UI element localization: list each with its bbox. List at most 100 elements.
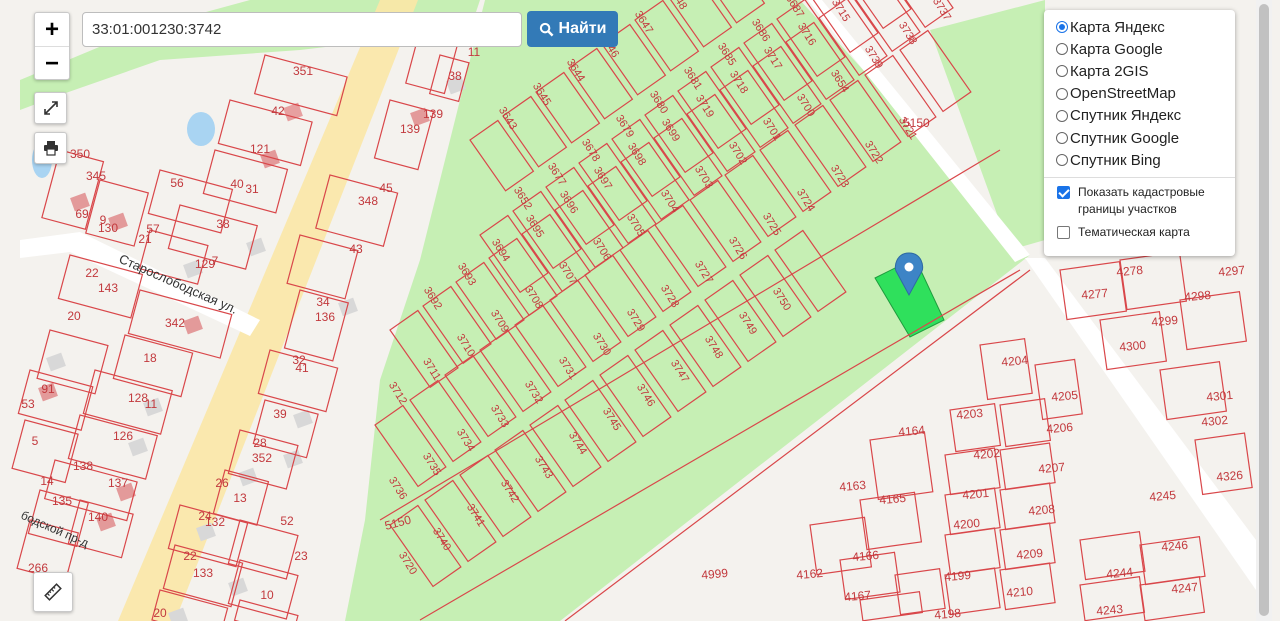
parcel-number: 4200 — [953, 516, 981, 532]
checkbox-icon — [1057, 226, 1070, 240]
parcel-number: 24 — [198, 509, 212, 523]
zoom-control: + − — [34, 12, 70, 80]
layer-option-openstreetmap[interactable]: OpenStreetMap — [1056, 83, 1225, 105]
parcel-number: 4301 — [1206, 388, 1234, 404]
parcel-number: 10 — [260, 588, 274, 602]
parcel-number: 38 — [216, 217, 230, 231]
parcel-number: 69 — [75, 207, 89, 221]
parcel-number: 133 — [193, 566, 213, 580]
parcel-number: 4245 — [1149, 488, 1177, 504]
parcel-number: 137 — [108, 476, 128, 490]
parcel-number: 23 — [294, 549, 308, 563]
radio-icon — [1056, 65, 1068, 78]
parcel-number: 34 — [316, 295, 330, 309]
fullscreen-button[interactable] — [34, 92, 67, 124]
parcel-number: 22 — [183, 549, 197, 563]
radio-icon — [1056, 21, 1068, 34]
parcel-number: 4209 — [1016, 546, 1044, 562]
parcel-number: 4246 — [1161, 538, 1189, 554]
parcel-number: 348 — [358, 194, 378, 208]
layer-option-google-map[interactable]: Карта Google — [1056, 38, 1225, 60]
parcel-number: 13 — [233, 491, 247, 505]
zoom-out-button[interactable]: − — [35, 47, 69, 80]
divider — [1044, 177, 1235, 179]
parcel-number: 4244 — [1106, 565, 1134, 581]
parcel-number: 4999 — [701, 566, 729, 582]
parcel-number: 350 — [70, 147, 90, 161]
parcel-number: 4162 — [796, 566, 824, 582]
parcel-number: 345 — [86, 169, 106, 183]
parcel-number: 26 — [215, 476, 229, 490]
parcel-number: 4299 — [1151, 313, 1179, 329]
parcel-number: 139 — [423, 107, 443, 121]
layer-option-bing-satellite[interactable]: Спутник Bing — [1056, 149, 1225, 171]
parcel-number: 4210 — [1006, 584, 1034, 600]
parcel-number: 4165 — [879, 491, 907, 507]
parcel-number: 139 — [400, 122, 420, 136]
parcel-number: 4198 — [934, 606, 962, 621]
cadastral-number-search-input[interactable] — [82, 12, 522, 47]
parcel-number: 4164 — [898, 423, 926, 439]
parcel-number: 4207 — [1038, 460, 1066, 476]
pond — [187, 112, 215, 146]
parcel-number: 4208 — [1028, 502, 1056, 518]
parcel-number: 11 — [468, 45, 481, 59]
radio-icon — [1056, 132, 1068, 145]
ruler-button[interactable] — [33, 572, 73, 612]
expand-icon — [43, 101, 58, 115]
parcel-number: 18 — [143, 351, 157, 365]
printer-icon — [43, 141, 58, 156]
parcel-number: 11 — [145, 397, 158, 411]
parcel-number: 135 — [52, 494, 72, 508]
layer-option-google-satellite[interactable]: Спутник Google — [1056, 127, 1225, 149]
layer-option-yandex-satellite[interactable]: Спутник Яндекс — [1056, 105, 1225, 127]
parcel-number: 31 — [245, 182, 259, 196]
parcel-number: 4204 — [1001, 353, 1029, 369]
parcel-number: 4205 — [1051, 388, 1079, 404]
thematic-map-checkbox[interactable]: Тематическая карта — [1056, 224, 1225, 241]
parcel-number: 39 — [273, 407, 287, 421]
ruler-icon — [44, 583, 62, 601]
layer-option-2gis-map[interactable]: Карта 2GIS — [1056, 60, 1225, 82]
parcel-number: 140 — [88, 510, 108, 524]
parcel-number: 352 — [252, 451, 272, 465]
parcel-number: 4243 — [1096, 602, 1124, 618]
parcel-number: 4167 — [844, 588, 872, 604]
parcel-number: 41 — [295, 361, 309, 375]
parcel-number: 91 — [41, 382, 55, 396]
checkbox-icon — [1057, 186, 1070, 200]
parcel-number: 4166 — [852, 548, 880, 564]
parcel-number: 121 — [250, 142, 270, 156]
parcel-number: 28 — [253, 436, 267, 450]
zoom-in-button[interactable]: + — [35, 13, 69, 47]
parcel-number: 21 — [138, 232, 152, 246]
cadastral-borders-checkbox[interactable]: Показать кадастровые границы участков — [1056, 184, 1225, 218]
parcel-number: 40 — [230, 177, 244, 191]
parcel-number: 4203 — [956, 406, 984, 422]
parcel-number: 4302 — [1201, 413, 1229, 429]
parcel-number: 20 — [153, 606, 167, 620]
parcel-number: 4326 — [1216, 468, 1244, 484]
parcel-number: 5 — [32, 434, 39, 448]
parcel-number: 42 — [271, 104, 285, 118]
radio-icon — [1056, 109, 1068, 122]
parcel-number: 14 — [40, 474, 54, 488]
map-layer-panel: Карта Яндекс Карта Google Карта 2GIS Ope… — [1044, 10, 1235, 256]
parcel-number: 4298 — [1184, 288, 1212, 304]
find-button[interactable]: Найти — [527, 11, 618, 47]
block-number: 5150 — [903, 116, 930, 130]
parcel-number: 4277 — [1081, 286, 1109, 302]
print-button[interactable] — [34, 132, 67, 164]
parcel-number: 342 — [165, 316, 185, 330]
parcel-number: 4199 — [944, 568, 972, 584]
parcel-number: 143 — [98, 281, 118, 295]
radio-icon — [1056, 154, 1068, 167]
layer-option-yandex-map[interactable]: Карта Яндекс — [1056, 16, 1225, 38]
radio-icon — [1056, 87, 1068, 100]
parcel-number: 38 — [448, 69, 462, 83]
scrollbar-thumb[interactable] — [1259, 4, 1269, 616]
parcel-number: 45 — [379, 181, 393, 195]
parcel-number: 126 — [113, 429, 133, 443]
parcel-number: 4201 — [962, 486, 990, 502]
parcel-number: 9 — [100, 213, 107, 227]
